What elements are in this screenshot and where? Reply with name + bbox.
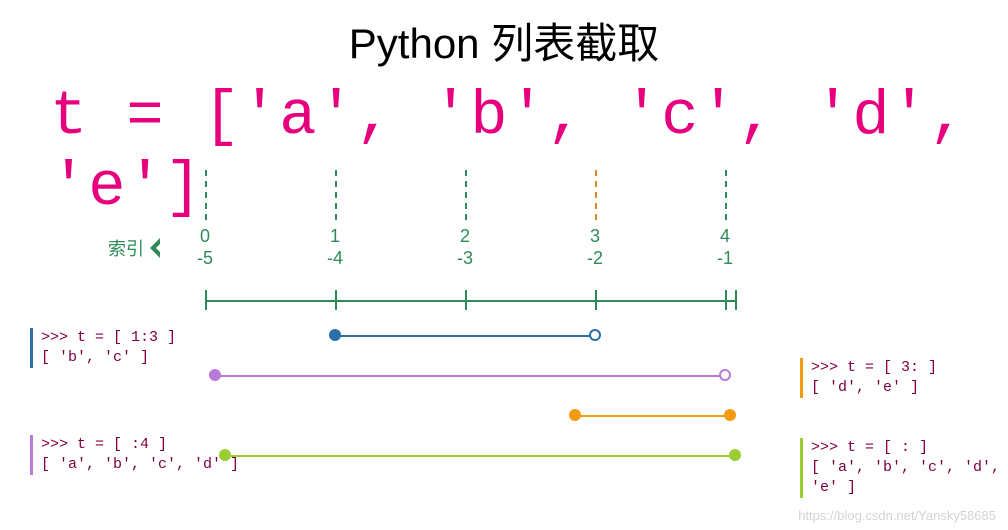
neg-idx-1: -4 — [315, 247, 355, 269]
index-label: 索引 — [108, 225, 174, 271]
drop-line-0 — [205, 170, 207, 220]
drop-line-2 — [465, 170, 467, 220]
axis-tick-4 — [725, 290, 727, 310]
index-col-4: 4 -1 — [705, 225, 745, 269]
page-title: Python 列表截取 — [0, 10, 1008, 71]
example-all: >>> t = [ : ] [ 'a', 'b', 'c', 'd', 'e' … — [800, 438, 1008, 498]
slicing-diagram: 索引 0 -5 1 -4 2 -3 3 -2 4 -1 >> — [0, 170, 1008, 530]
pos-idx-1: 1 — [315, 225, 355, 247]
axis-tick-2 — [465, 290, 467, 310]
axis-tick-0 — [205, 290, 207, 310]
pos-idx-4: 4 — [705, 225, 745, 247]
range-end-0-4 — [719, 369, 731, 381]
range-end-all — [729, 449, 741, 461]
index-label-text: 索引 — [108, 235, 144, 261]
neg-idx-0: -5 — [185, 247, 225, 269]
example-result: [ 'd', 'e' ] — [811, 378, 937, 398]
range-start-3-end — [569, 409, 581, 421]
example-code: >>> t = [ 3: ] — [811, 358, 937, 378]
axis-tick-1 — [335, 290, 337, 310]
range-line-0-4 — [215, 375, 725, 377]
example-code: >>> t = [ : ] — [811, 438, 1008, 458]
drop-line-3 — [595, 170, 597, 220]
range-end-1-3 — [589, 329, 601, 341]
axis-end-tick — [735, 290, 737, 310]
drop-line-1 — [335, 170, 337, 220]
neg-idx-3: -2 — [575, 247, 615, 269]
range-start-0-4 — [209, 369, 221, 381]
example-result: [ 'a', 'b', 'c', 'd' ] — [41, 455, 239, 475]
example-code: >>> t = [ :4 ] — [41, 435, 239, 455]
example-result: [ 'b', 'c' ] — [41, 348, 176, 368]
range-start-1-3 — [329, 329, 341, 341]
example-result: [ 'a', 'b', 'c', 'd', 'e' ] — [811, 458, 1008, 498]
index-col-3: 3 -2 — [575, 225, 615, 269]
neg-idx-2: -3 — [445, 247, 485, 269]
axis-tick-3 — [595, 290, 597, 310]
watermark: https://blog.csdn.net/Yansky58685 — [798, 508, 996, 523]
pos-idx-3: 3 — [575, 225, 615, 247]
index-col-2: 2 -3 — [445, 225, 485, 269]
range-line-3-end — [575, 415, 730, 417]
index-col-1: 1 -4 — [315, 225, 355, 269]
range-line-1-3 — [335, 335, 595, 337]
example-0-4: >>> t = [ :4 ] [ 'a', 'b', 'c', 'd' ] — [30, 435, 239, 475]
pos-idx-0: 0 — [185, 225, 225, 247]
neg-idx-4: -1 — [705, 247, 745, 269]
bracket-icon — [150, 225, 166, 271]
index-col-0: 0 -5 — [185, 225, 225, 269]
drop-line-4 — [725, 170, 727, 220]
pos-idx-2: 2 — [445, 225, 485, 247]
example-3-end: >>> t = [ 3: ] [ 'd', 'e' ] — [800, 358, 937, 398]
range-end-3-end — [724, 409, 736, 421]
example-1-3: >>> t = [ 1:3 ] [ 'b', 'c' ] — [30, 328, 176, 368]
axis — [205, 300, 735, 302]
example-code: >>> t = [ 1:3 ] — [41, 328, 176, 348]
range-line-all — [225, 455, 735, 457]
